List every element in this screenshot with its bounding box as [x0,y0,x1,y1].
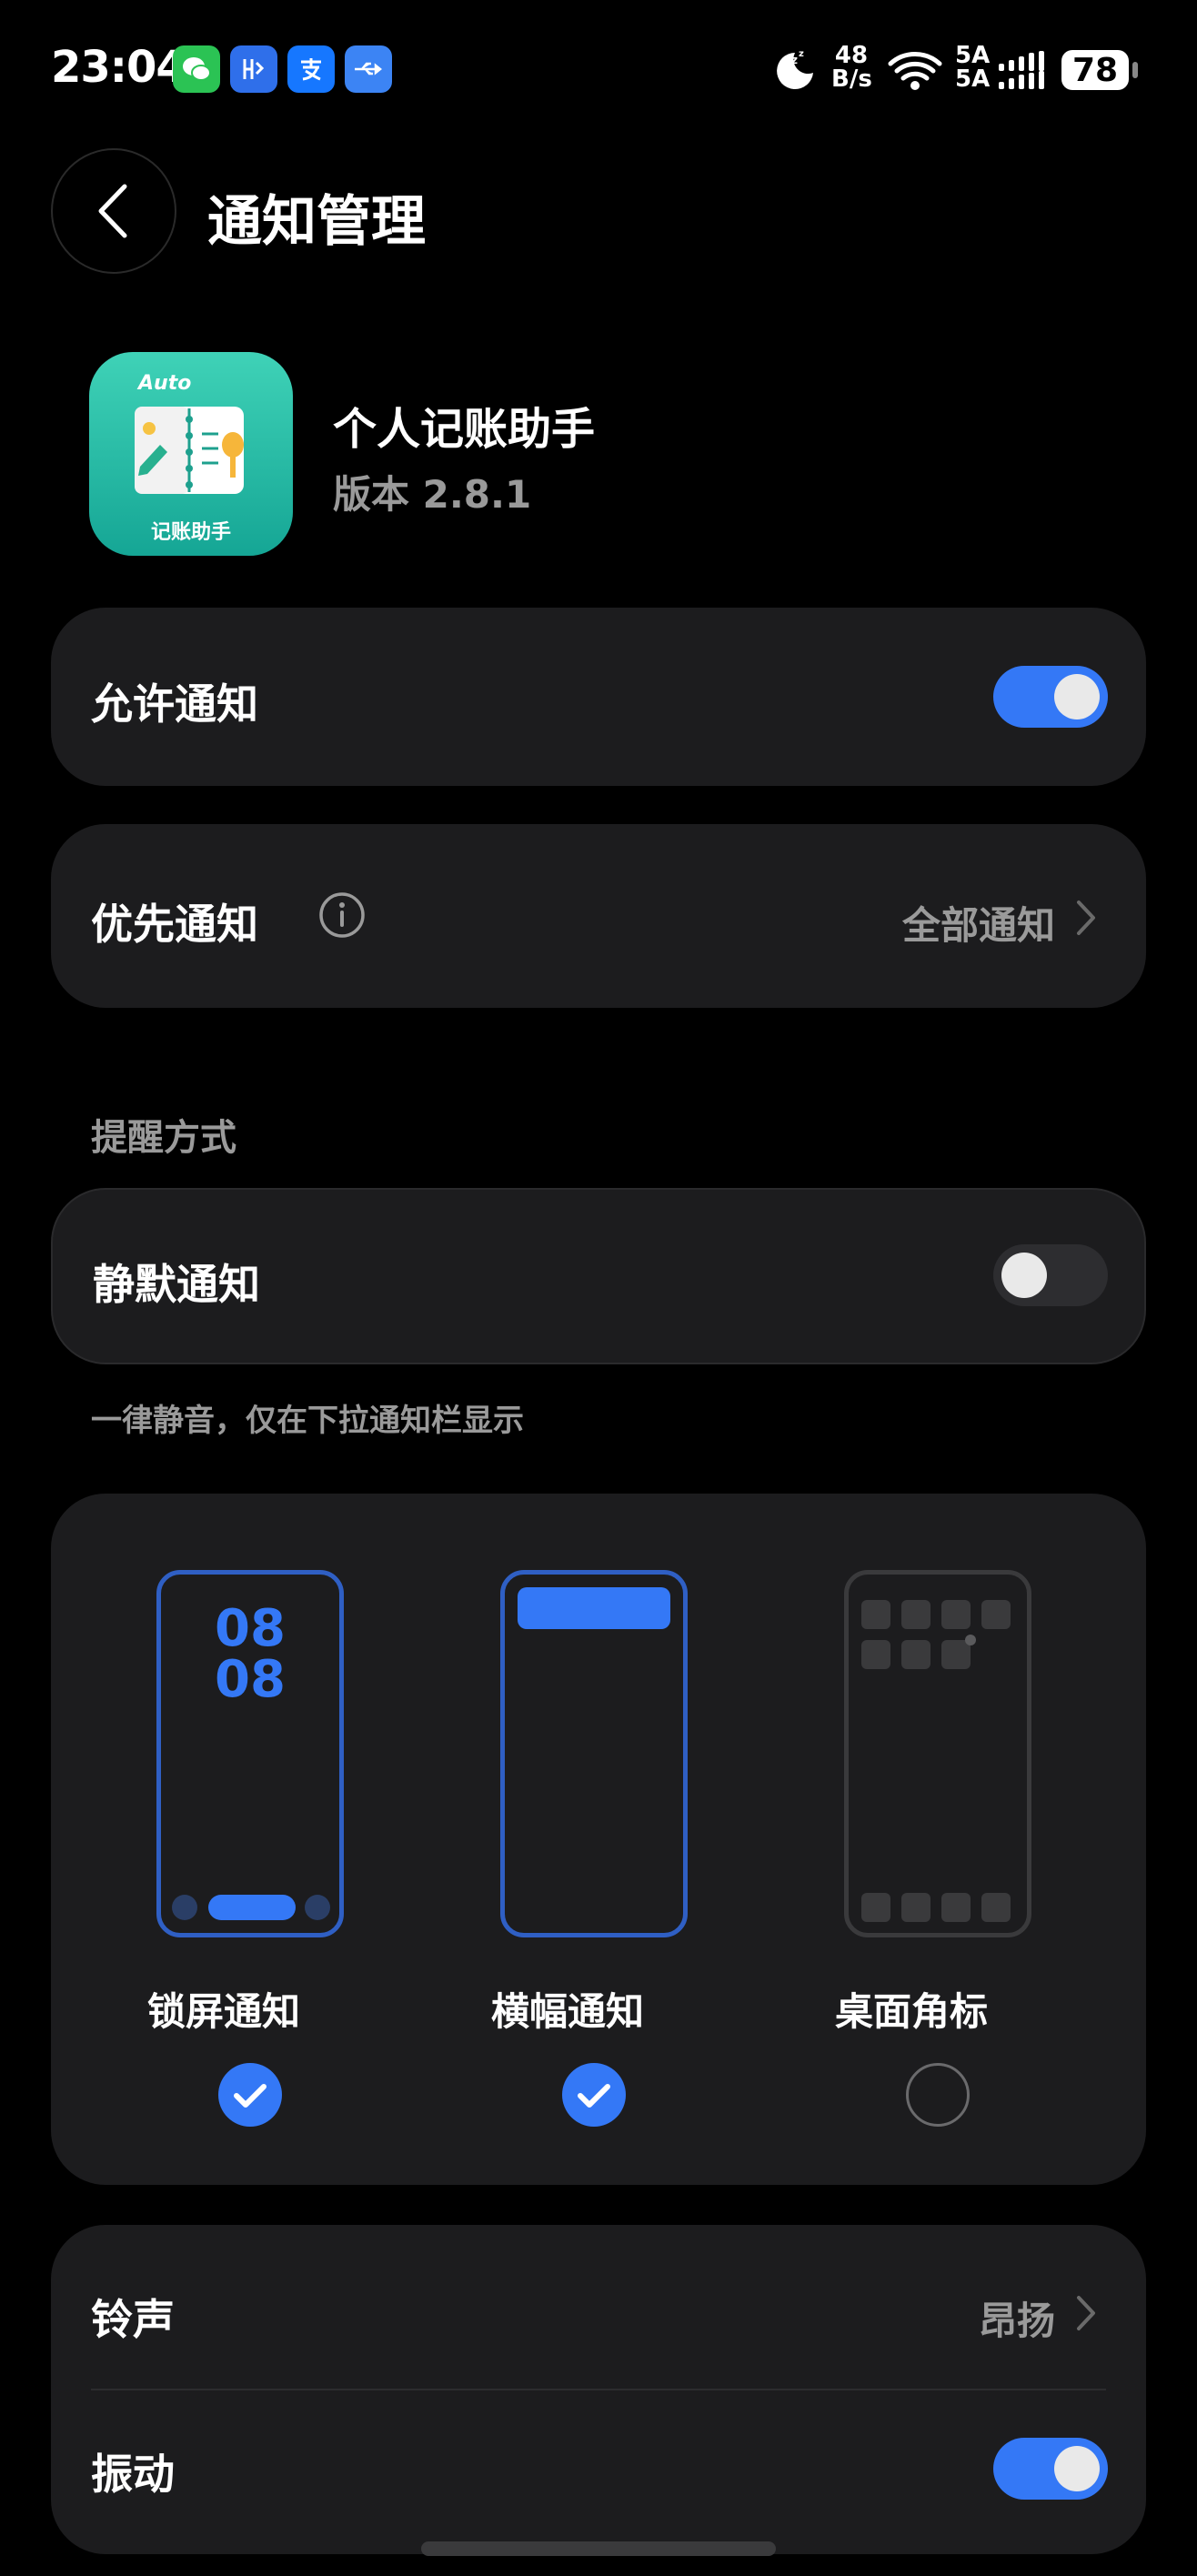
app-icon: Auto 记账助手 [89,352,293,556]
chevron-right-icon [1077,901,1095,935]
ringtone-row[interactable]: 铃声 昂扬 [51,2225,1146,2389]
network-speed-unit: B/s [831,65,872,93]
network-speed: 48 B/s [831,42,872,93]
page-title: 通知管理 [207,190,426,254]
ledger-book-icon [135,407,244,494]
vibration-label: 振动 [91,2450,175,2499]
silent-notifications-toggle[interactable] [993,1244,1108,1306]
priority-notifications-label: 优先通知 [91,900,258,949]
vibration-toggle[interactable] [993,2438,1108,2500]
svg-text:z: z [791,54,798,66]
allow-notifications-label: 允许通知 [91,679,258,729]
vibration-row[interactable]: 振动 [51,2390,1146,2554]
toggle-knob [1054,674,1100,719]
svg-text:z: z [799,49,804,59]
style-option-banner[interactable]: 横幅通知 [431,1494,688,2185]
network-speed-value: 48 [834,42,869,69]
app-name: 个人记账助手 [333,404,596,455]
status-time: 23:04 [51,42,186,93]
banner-checkbox[interactable] [562,2063,626,2127]
ringtone-value: 昂扬 [978,2299,1055,2343]
battery-indicator: 78 [1061,50,1129,90]
badge-app-grid [861,1600,1011,1669]
wechat-icon [173,45,220,93]
signal-bars-icon [999,51,1046,95]
chevron-right-icon [1077,2296,1095,2330]
allow-notifications-toggle[interactable] [993,666,1108,728]
lockscreen-dot-right [305,1895,330,1920]
ringtone-label: 铃声 [91,2295,175,2344]
usb-icon [345,45,392,93]
hi-app-icon [230,45,277,93]
silent-notifications-row[interactable]: 静默通知 [51,1188,1146,1364]
lockscreen-clock-hours: 08 [215,1599,286,1658]
info-icon[interactable] [318,891,366,939]
lockscreen-preview: 08 08 [156,1570,344,1937]
notification-styles-card: 08 08 锁屏通知 横幅通知 桌面角标 [51,1494,1146,2185]
badge-checkbox[interactable] [906,2063,970,2127]
alipay-icon [287,45,335,93]
silent-notifications-label: 静默通知 [93,1260,260,1309]
priority-notifications-value: 全部通知 [901,903,1055,948]
style-label-banner: 横幅通知 [490,1989,644,2034]
banner-preview [500,1570,688,1937]
toggle-knob [1054,2446,1100,2491]
allow-notifications-row[interactable]: 允许通知 [51,608,1146,786]
lockscreen-dot-left [172,1895,197,1920]
lockscreen-notification-pill [208,1895,296,1920]
dnd-moon-icon: zz [771,45,819,96]
app-version: 版本 2.8.1 [333,472,532,517]
priority-notifications-row[interactable]: 优先通知 全部通知 [51,824,1146,1008]
home-indicator[interactable] [421,2541,776,2556]
chevron-left-icon [98,184,127,238]
wifi-icon [887,49,943,96]
app-icon-label-bottom: 记账助手 [150,521,231,544]
toggle-knob [1001,1253,1047,1298]
banner-bar [518,1587,670,1629]
reminder-section-title: 提醒方式 [91,1117,236,1159]
style-option-badge[interactable]: 桌面角标 [775,1494,1031,2185]
sim-signal: 5A 5A [955,44,990,91]
app-icon-label-top: Auto [138,372,192,395]
battery-tip [1132,62,1138,78]
sim1-label: 5A [955,42,991,69]
lockscreen-checkbox[interactable] [218,2063,282,2127]
badge-preview [844,1570,1031,1937]
back-button[interactable] [51,148,176,274]
sim2-label: 5A [955,65,991,93]
style-label-badge: 桌面角标 [834,1989,988,2034]
checkmark-icon [578,2084,610,2108]
badge-dock [861,1893,1011,1922]
lockscreen-clock-minutes: 08 [215,1650,286,1709]
style-option-lockscreen[interactable]: 08 08 锁屏通知 [87,1494,344,2185]
divider [91,2389,1106,2390]
style-label-lockscreen: 锁屏通知 [146,1989,300,2034]
silent-hint: 一律静音，仅在下拉通知栏显示 [91,1403,524,1439]
checkmark-icon [234,2084,267,2108]
